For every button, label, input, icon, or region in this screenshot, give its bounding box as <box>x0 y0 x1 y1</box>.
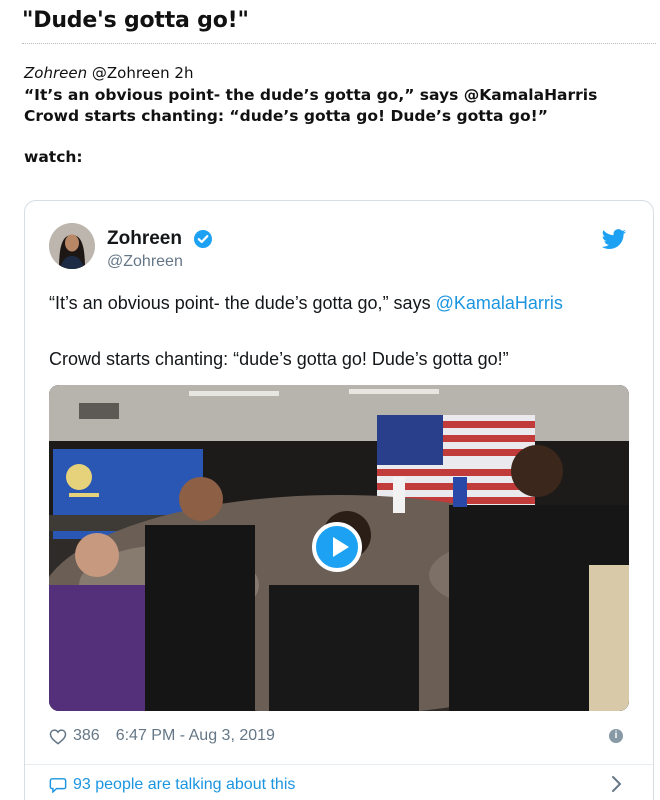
embed-time: 2h <box>174 64 194 82</box>
author-handle[interactable]: @Zohreen <box>107 253 183 271</box>
conversation-link-text[interactable]: 93 people are talking about this <box>73 776 295 794</box>
embed-quote-line2: Crowd starts chanting: “dude’s gotta go!… <box>24 107 548 125</box>
tweet-text-quote: “It’s an obvious point- the dude’s gotta… <box>49 293 436 313</box>
like-count[interactable]: 386 <box>73 727 100 745</box>
tweet-card: Zohreen @Zohreen “It’s an obvious point-… <box>24 200 654 800</box>
embed-author: Zohreen <box>24 64 88 82</box>
headline: "Dude's gotta go!" <box>22 8 249 33</box>
embed-quote-line1: “It’s an obvious point- the dude’s gotta… <box>24 86 598 104</box>
speech-bubble-icon <box>49 778 67 793</box>
card-divider <box>25 764 653 765</box>
embed-handle: @Zohreen <box>91 64 170 82</box>
divider-rule <box>22 43 656 44</box>
play-icon[interactable] <box>312 522 362 572</box>
avatar[interactable] <box>49 223 95 269</box>
embed-meta: Zohreen @Zohreen 2h <box>24 64 193 82</box>
video-player[interactable] <box>49 385 629 711</box>
tweet-text-line2: Crowd starts chanting: “dude’s gotta go!… <box>49 349 509 369</box>
heart-icon[interactable] <box>49 728 67 745</box>
conversation-link[interactable]: 93 people are talking about this <box>49 776 295 794</box>
mention-link[interactable]: @KamalaHarris <box>436 293 563 313</box>
tweet-text-line1: “It’s an obvious point- the dude’s gotta… <box>49 293 563 314</box>
author-name[interactable]: Zohreen <box>107 228 182 250</box>
verified-badge-icon <box>194 230 212 248</box>
embed-watch-label: watch: <box>24 148 83 166</box>
info-icon[interactable]: i <box>609 729 623 743</box>
chevron-right-icon[interactable] <box>609 775 623 793</box>
twitter-bird-icon[interactable] <box>601 229 627 251</box>
tweet-stats: 386 6:47 PM - Aug 3, 2019 <box>49 727 275 745</box>
tweet-timestamp[interactable]: 6:47 PM - Aug 3, 2019 <box>116 727 275 745</box>
